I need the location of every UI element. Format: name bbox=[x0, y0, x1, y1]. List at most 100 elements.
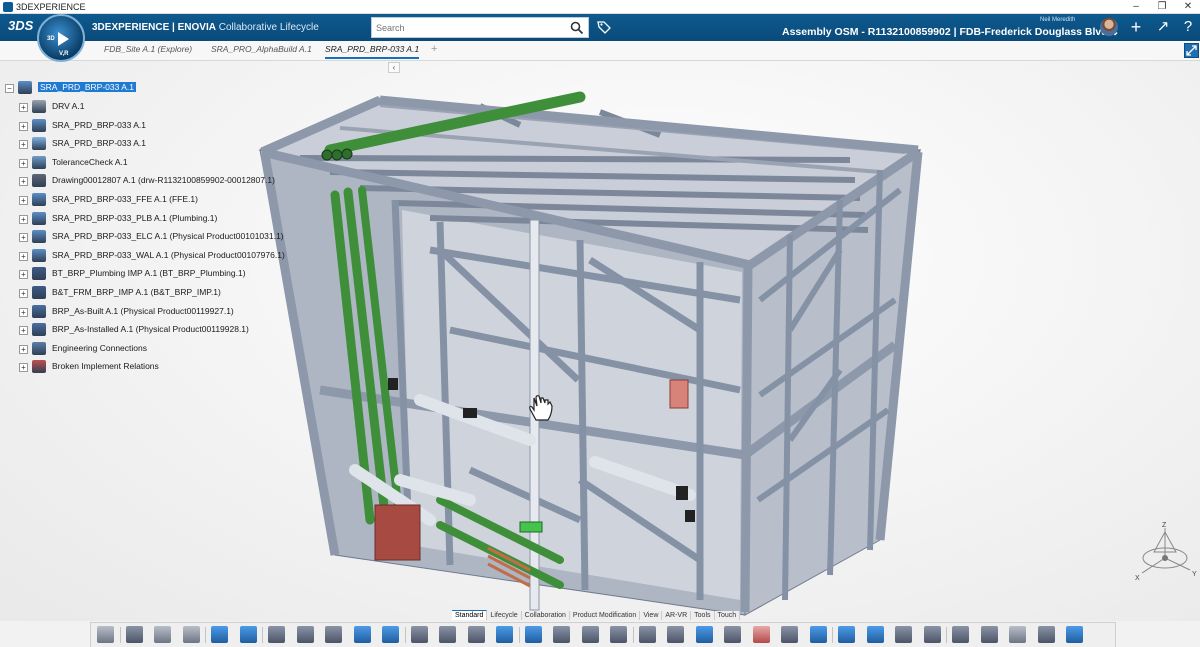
assembly-icon[interactable] bbox=[809, 626, 827, 643]
tree-item[interactable]: + ToleranceCheck A.1 bbox=[0, 155, 300, 171]
undo-icon[interactable] bbox=[211, 626, 228, 643]
tree-item[interactable]: + Engineering Connections bbox=[0, 341, 300, 357]
tree-item[interactable]: + SRA_PRD_BRP-033_ELC A.1 (Physical Produ… bbox=[0, 229, 300, 245]
material-icon[interactable] bbox=[1066, 626, 1083, 643]
grid-icon[interactable] bbox=[553, 626, 570, 643]
copy-icon[interactable] bbox=[154, 626, 171, 643]
expand-node-icon[interactable]: + bbox=[19, 233, 28, 243]
sphere-icon[interactable] bbox=[952, 626, 969, 643]
compass-widget[interactable]: 3D V,R bbox=[37, 14, 85, 62]
expand-node-icon[interactable]: + bbox=[19, 214, 28, 224]
pipette-icon[interactable] bbox=[980, 626, 998, 643]
context-title[interactable]: Assembly OSM - R1132100859902 | FDB-Fred… bbox=[782, 26, 1119, 38]
expand-node-icon[interactable]: + bbox=[19, 121, 28, 131]
avatar[interactable] bbox=[1100, 18, 1118, 36]
restore-button[interactable]: ❐ bbox=[1150, 0, 1174, 14]
relations-icon[interactable] bbox=[467, 626, 485, 643]
close-button[interactable]: ✕ bbox=[1176, 0, 1200, 14]
tree-item[interactable]: + SRA_PRD_BRP-033_WAL A.1 (Physical Produ… bbox=[0, 248, 300, 264]
eraser-icon[interactable] bbox=[1009, 626, 1026, 643]
tree-item[interactable]: + SRA_PRD_BRP-033_FFE A.1 (FFE.1) bbox=[0, 192, 300, 208]
expand-node-icon[interactable]: + bbox=[19, 177, 28, 187]
table-icon[interactable] bbox=[325, 626, 342, 643]
tree-item[interactable]: + B&T_FRM_BRP_IMP A.1 (B&T_BRP_IMP.1) bbox=[0, 285, 300, 301]
measure-icon[interactable] bbox=[724, 626, 741, 643]
expand-node-icon[interactable]: + bbox=[19, 158, 28, 168]
expand-node-icon[interactable]: + bbox=[19, 289, 28, 298]
collapse-node-icon[interactable]: − bbox=[5, 84, 14, 93]
capture-icon[interactable] bbox=[923, 626, 941, 643]
action-tab-ar-vr[interactable]: AR-VR bbox=[662, 611, 692, 620]
render-icon[interactable] bbox=[1037, 626, 1055, 643]
tree-icon[interactable] bbox=[439, 626, 456, 643]
search-box[interactable] bbox=[371, 17, 589, 38]
pencil-icon[interactable] bbox=[866, 626, 884, 643]
action-tab-product-modification[interactable]: Product Modification bbox=[569, 611, 641, 620]
gauge-icon[interactable] bbox=[752, 626, 770, 643]
tab-alphabuild[interactable]: SRA_PRO_AlphaBuild A.1 bbox=[211, 44, 312, 54]
green-fitting bbox=[519, 521, 543, 533]
tab-brp-033[interactable]: SRA_PRD_BRP-033 A.1 bbox=[325, 44, 420, 59]
help-icon[interactable]: ? bbox=[1178, 18, 1198, 38]
expand-node-icon[interactable]: + bbox=[19, 196, 28, 205]
minimize-button[interactable]: – bbox=[1124, 0, 1148, 14]
expand-icon[interactable] bbox=[1184, 43, 1199, 58]
tree-item[interactable]: + DRV A.1 bbox=[0, 99, 300, 115]
tab-fdb-site[interactable]: FDB_Site A.1 (Explore) bbox=[104, 44, 192, 54]
action-tab-collaboration[interactable]: Collaboration bbox=[521, 611, 570, 620]
expand-node-icon[interactable]: + bbox=[19, 140, 28, 150]
formula-icon[interactable] bbox=[610, 626, 627, 643]
tree-item[interactable]: + BT_BRP_Plumbing IMP A.1 (BT_BRP_Plumbin… bbox=[0, 266, 300, 282]
app-icon bbox=[3, 2, 13, 12]
ds-logo-icon[interactable]: 3DS bbox=[8, 18, 33, 33]
sort-icon[interactable] bbox=[781, 626, 798, 643]
package-icon[interactable] bbox=[581, 626, 599, 643]
vehicle-icon[interactable] bbox=[268, 626, 285, 643]
action-tab-lifecycle[interactable]: Lifecycle bbox=[487, 611, 522, 620]
move-icon[interactable] bbox=[838, 626, 855, 643]
action-tab-standard[interactable]: Standard bbox=[452, 610, 488, 620]
axis-triad[interactable]: Z X Y bbox=[1130, 518, 1200, 588]
cut-icon[interactable] bbox=[125, 626, 143, 643]
tree-item[interactable]: + BRP_As-Built A.1 (Physical Product00119… bbox=[0, 304, 300, 320]
action-tab-tools[interactable]: Tools bbox=[691, 611, 715, 620]
new-tab-button[interactable]: + bbox=[431, 43, 437, 55]
spreadsheet-icon[interactable] bbox=[667, 626, 684, 643]
customize-icon[interactable] bbox=[97, 626, 114, 643]
tree-item[interactable]: + SRA_PRD_BRP-033 A.1 bbox=[0, 118, 300, 134]
tree-root[interactable]: − SRA_PRD_BRP-033 A.1 bbox=[0, 80, 300, 96]
action-tab-view[interactable]: View bbox=[640, 611, 663, 620]
expand-node-icon[interactable]: + bbox=[19, 363, 28, 373]
tree-item[interactable]: + Broken Implement Relations bbox=[0, 359, 300, 375]
globe-icon[interactable] bbox=[353, 626, 371, 643]
action-tab-touch[interactable]: Touch bbox=[714, 611, 741, 620]
tree-item-label: BT_BRP_Plumbing IMP A.1 (BT_BRP_Plumbing… bbox=[52, 268, 246, 279]
expand-node-icon[interactable]: + bbox=[19, 251, 28, 261]
expand-node-icon[interactable]: + bbox=[19, 326, 28, 336]
properties-icon[interactable] bbox=[296, 626, 314, 643]
add-icon[interactable]: + bbox=[1126, 18, 1146, 38]
update-icon[interactable] bbox=[239, 626, 257, 643]
tree-item[interactable]: + BRP_As-Installed A.1 (Physical Product0… bbox=[0, 322, 300, 338]
knowledge-icon[interactable] bbox=[695, 626, 713, 643]
expand-node-icon[interactable]: + bbox=[19, 270, 28, 280]
expand-node-icon[interactable]: + bbox=[19, 307, 28, 317]
expand-node-icon[interactable]: + bbox=[19, 344, 28, 354]
play-icon[interactable] bbox=[58, 32, 69, 46]
refresh-icon[interactable] bbox=[524, 626, 542, 643]
paste-icon[interactable] bbox=[182, 626, 200, 643]
share-icon[interactable]: ↗ bbox=[1153, 18, 1173, 38]
parameters-icon[interactable] bbox=[638, 626, 656, 643]
tag-icon[interactable] bbox=[597, 20, 611, 34]
expand-node-icon[interactable]: + bbox=[19, 103, 28, 112]
list-icon[interactable] bbox=[410, 626, 428, 643]
tree-item[interactable]: + SRA_PRD_BRP-033 A.1 bbox=[0, 136, 300, 152]
search-icon[interactable] bbox=[570, 21, 584, 35]
cube-icon[interactable] bbox=[496, 626, 513, 643]
search-input[interactable] bbox=[376, 21, 566, 35]
collapse-panel-button[interactable]: ‹ bbox=[388, 62, 400, 73]
favorite-icon[interactable] bbox=[382, 626, 399, 643]
tree-item[interactable]: + Drawing00012807 A.1 (drw-R1132100859902… bbox=[0, 173, 300, 189]
tree-item[interactable]: + SRA_PRD_BRP-033_PLB A.1 (Plumbing.1) bbox=[0, 211, 300, 227]
wrench-icon[interactable] bbox=[895, 626, 912, 643]
